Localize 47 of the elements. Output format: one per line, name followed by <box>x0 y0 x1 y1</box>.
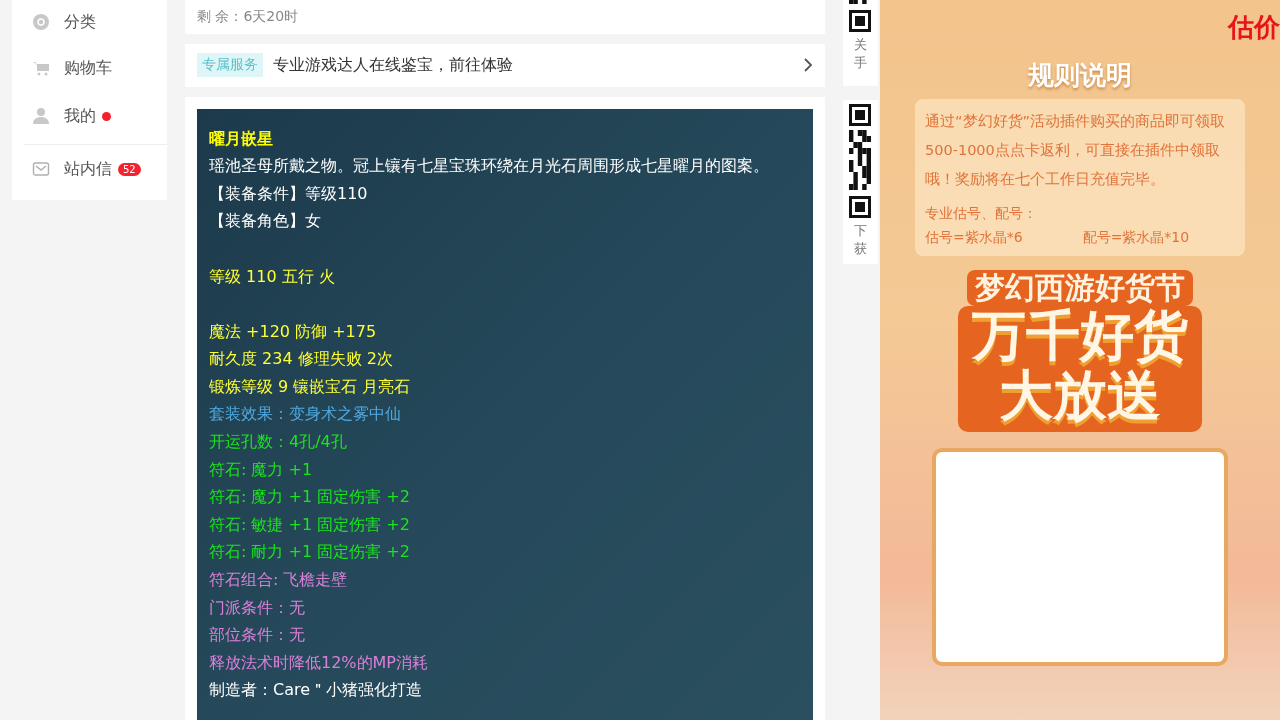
item-attribute: 符石: 魔力 +1 <box>209 458 314 481</box>
item-attribute: 制造者：Care＂小猪强化打造 <box>209 679 424 702</box>
item-attribute: 等级 110 五行 火 <box>209 265 336 288</box>
item-attribute: 释放法术时降低12%的MP消耗 <box>209 651 429 674</box>
item-attribute: 符石组合: 飞檐走壁 <box>209 569 349 592</box>
chevron-right-icon <box>803 57 813 74</box>
sidebar-item[interactable]: 站内信 52 <box>32 145 167 193</box>
price-text: 配号=紫水晶*10 <box>1082 228 1190 247</box>
service-tag: 专属服务 <box>197 53 263 78</box>
pro-title: 专业估号、配号： <box>925 204 1038 223</box>
cart-icon <box>32 59 50 77</box>
headline-text: 大放送 <box>999 366 1161 426</box>
mail-icon <box>32 160 50 178</box>
item-attribute: 【装备角色】女 <box>209 210 322 233</box>
price-text: 估号=紫水晶*6 <box>925 228 1023 247</box>
item-attribute: 【装备条件】等级110 <box>209 182 369 205</box>
festival-title: 梦幻西游好货节 <box>967 270 1193 306</box>
item-attribute: 魔法 +120 防御 +175 <box>209 320 378 343</box>
item-attribute: 锻炼等级 9 镶嵌宝石 月亮石 <box>209 375 412 398</box>
item-attribute: 符石: 魔力 +1 固定伤害 +2 <box>209 486 411 509</box>
sidebar-item[interactable]: 我的 <box>32 92 167 140</box>
item-attribute: 瑶池圣母所戴之物。冠上镶有七星宝珠环绕在月光石周围形成七星曜月的图案。 <box>209 155 770 178</box>
item-attribute: 符石: 耐力 +1 固定伤害 +2 <box>209 541 411 564</box>
service-text: 专业游戏达人在线鉴宝，前往体验 <box>273 54 514 76</box>
service-link[interactable]: 专属服务 专业游戏达人在线鉴宝，前往体验 <box>185 44 825 87</box>
qr-caption: 获 <box>854 240 867 258</box>
qr-caption: 关 <box>854 36 867 54</box>
rules-text: 通过“梦幻好货”活动插件购买的商品即可领取500-1000点点卡返利，可直接在插件中领取哦！奖励将在七个工作日充值完毕。 <box>925 112 1227 189</box>
corner-title: 估价 <box>1228 11 1280 44</box>
item-attribute: 部位条件：无 <box>209 624 306 647</box>
item-attribute: 套装效果：变身术之雾中仙 <box>209 403 402 426</box>
item-attribute: 门派条件：无 <box>209 596 306 619</box>
qr-caption: 手 <box>854 54 867 72</box>
item-name: 曜月嵌星 <box>209 127 274 150</box>
count-badge: 52 <box>118 162 141 176</box>
rules-title: 规则说明 <box>1028 59 1132 92</box>
headline-text: 万千好货 <box>972 306 1188 366</box>
category-icon <box>32 13 50 31</box>
sidebar-item[interactable]: 分类 <box>32 0 167 44</box>
item-attribute: 耐久度 234 修理失败 2次 <box>209 348 394 371</box>
user-icon <box>32 107 50 125</box>
remaining-label: 剩 余： <box>197 8 244 26</box>
sidebar-item[interactable]: 购物车 <box>32 44 167 92</box>
remaining-time: 6天20时 <box>243 8 299 26</box>
item-attribute: 符石: 敏捷 +1 固定伤害 +2 <box>209 513 411 536</box>
item-attribute: 开运孔数：4孔/4孔 <box>209 431 348 454</box>
qr-caption: 下 <box>854 222 867 240</box>
